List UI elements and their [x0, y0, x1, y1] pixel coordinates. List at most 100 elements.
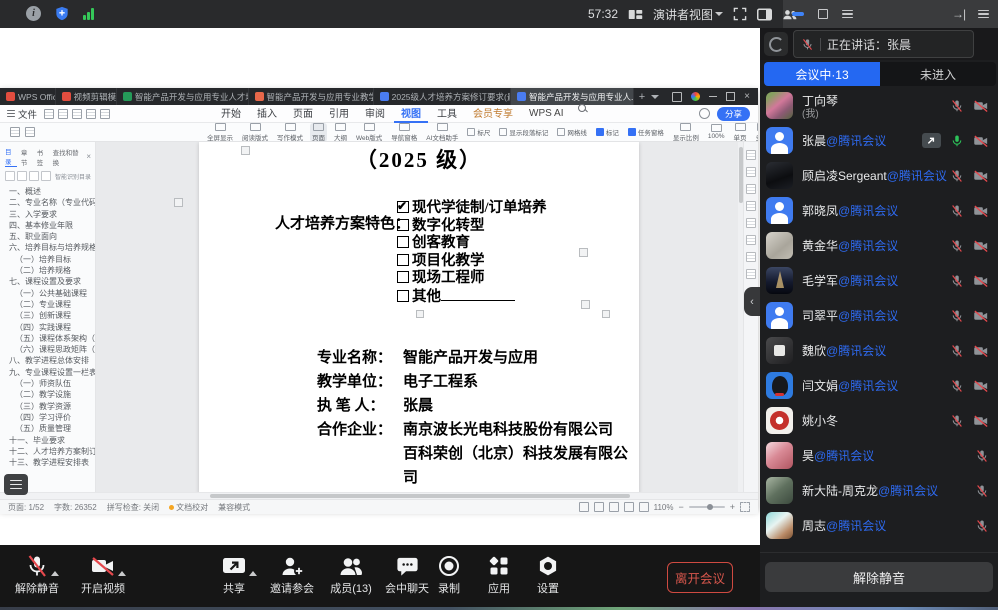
doc-tab[interactable]: 智能产品开发与应用专业人才培养方...	[117, 88, 249, 105]
ribbon-tab[interactable]: 页面	[286, 104, 320, 123]
outline-item[interactable]: 七、课程设置及要求	[0, 276, 95, 287]
record-button[interactable]: 录制	[427, 553, 471, 601]
outline-collapse-button[interactable]	[5, 171, 15, 181]
smart-outline-button[interactable]: 智能识别目录	[55, 172, 91, 181]
outline-item[interactable]: （一）培养目标	[0, 254, 95, 265]
view-web-icon[interactable]	[609, 502, 619, 512]
nav-pane-tab[interactable]: 查找和替换	[53, 147, 83, 167]
participant-row[interactable]: 闫文娟@腾讯会议	[760, 368, 998, 403]
participant-row[interactable]: 司翠平@腾讯会议	[760, 298, 998, 333]
side-tool-icon[interactable]	[746, 269, 756, 279]
outline-item[interactable]: 八、教学进程总体安排	[0, 355, 95, 366]
outline-item[interactable]: （五）课程体系架构（见表13所示）	[0, 333, 95, 344]
ribbon-button[interactable]: 阅读版式	[240, 123, 270, 142]
outline-item[interactable]: （三）教学资源	[0, 401, 95, 412]
outline-item[interactable]: 十三、教学进程安排表	[0, 457, 95, 468]
outline-item[interactable]: 一、概述	[0, 186, 95, 197]
ribbon-button[interactable]: 全屏显示	[205, 123, 235, 142]
share-screen-button[interactable]: 共享	[212, 553, 256, 601]
ribbon-left-icon[interactable]	[25, 127, 35, 137]
apps-button[interactable]: 应用	[475, 553, 523, 601]
security-shield-icon[interactable]	[54, 5, 70, 22]
zoom-percent[interactable]: 110%	[654, 503, 674, 512]
save-icon[interactable]	[44, 109, 54, 119]
settings-gear-icon[interactable]	[699, 108, 710, 119]
info-icon[interactable]: i	[26, 6, 41, 21]
outline-item[interactable]: （一）公共基础课程	[0, 288, 95, 299]
outline-item[interactable]: （二）培养规格	[0, 265, 95, 276]
ribbon-button[interactable]: 写作模式	[275, 123, 305, 142]
outline-item[interactable]: 十二、人才培养方案制订的依据和说明	[0, 446, 95, 457]
outline-item[interactable]: （二）专业课程	[0, 299, 95, 310]
start-video-button[interactable]: 开启视频	[74, 553, 132, 601]
sidebar-collapse-handle[interactable]: ‹	[744, 287, 760, 316]
ribbon-tab[interactable]: 审阅	[358, 104, 392, 123]
wps-maximize-button[interactable]	[726, 92, 735, 101]
settings-button[interactable]: 设置	[524, 553, 572, 601]
side-tool-icon[interactable]	[746, 218, 756, 228]
participant-row[interactable]: 黄金华@腾讯会议	[760, 228, 998, 263]
nav-pane-tab[interactable]: 章节	[21, 147, 33, 167]
participant-row[interactable]: 新大陆-周克龙@腾讯会议	[760, 473, 998, 508]
side-tool-icon[interactable]	[746, 167, 756, 177]
wps-assistant-icon[interactable]	[691, 92, 700, 101]
side-tool-icon[interactable]	[746, 201, 756, 211]
tab-not-joined[interactable]: 未进入	[880, 62, 996, 86]
view-mode-selector[interactable]: 演讲者视图	[653, 6, 723, 23]
close-nav-pane-icon[interactable]: ×	[86, 152, 91, 161]
doc-tab[interactable]: 视频剪辑模板	[56, 88, 117, 105]
side-tool-icon[interactable]	[746, 184, 756, 194]
collapse-panel-icon[interactable]: →|	[952, 7, 965, 21]
nav-pane-tab[interactable]: 目录	[5, 146, 17, 167]
tab-in-meeting[interactable]: 会议中·13	[764, 62, 880, 86]
chevron-up-icon[interactable]	[51, 571, 59, 576]
view-outline-icon[interactable]	[624, 502, 634, 512]
wps-close-button[interactable]: ×	[744, 91, 750, 102]
invite-button[interactable]: 邀请参会	[262, 553, 322, 601]
ribbon-tab[interactable]: 工具	[430, 104, 464, 123]
window-menu-icon[interactable]	[842, 10, 853, 19]
side-tool-icon[interactable]	[746, 150, 756, 160]
view-eye-icon[interactable]	[639, 502, 649, 512]
outline-item[interactable]: 二、专业名称（专业代码）	[0, 197, 95, 208]
ribbon-button[interactable]: 大纲	[332, 123, 349, 142]
unmute-panel-button[interactable]: 解除静音	[765, 562, 993, 592]
side-tool-icon[interactable]	[746, 235, 756, 245]
outline-item[interactable]: 五、职业面向	[0, 231, 95, 242]
ribbon-button[interactable]: 页面	[310, 123, 327, 142]
outline-item[interactable]: （五）质量管理	[0, 423, 95, 434]
outline-item[interactable]: （四）学习评价	[0, 412, 95, 423]
unmute-button[interactable]: 解除静音	[8, 553, 66, 601]
wps-minimize-button[interactable]	[709, 96, 717, 98]
chevron-up-icon[interactable]	[118, 571, 126, 576]
ribbon-button[interactable]: 100%	[706, 124, 727, 140]
ribbon-tab[interactable]: 会员专享	[466, 104, 520, 123]
ribbon-left-icon[interactable]	[10, 127, 20, 137]
ribbon-button[interactable]: 多页	[754, 123, 758, 142]
outline-item[interactable]: （三）创新课程	[0, 310, 95, 321]
participant-row[interactable]: 丁向琴 (我)	[760, 88, 998, 123]
ribbon-button[interactable]: 网格线	[555, 127, 589, 137]
participant-row[interactable]: 毛学军@腾讯会议	[760, 263, 998, 298]
word-count[interactable]: 字数: 26352	[54, 502, 97, 513]
participant-row[interactable]: 顾启凌Sergeant@腾讯会议	[760, 158, 998, 193]
wps-home-tab[interactable]: WPS Office	[0, 88, 56, 105]
ribbon-button[interactable]: 标记	[594, 127, 621, 137]
ribbon-tab[interactable]: 视图	[394, 104, 428, 123]
floating-menu-button[interactable]	[4, 474, 28, 495]
outline-item[interactable]: 三、入学要求	[0, 209, 95, 220]
ribbon-tab[interactable]: WPS AI	[522, 104, 570, 123]
outline-expand-button[interactable]	[17, 171, 27, 181]
outline-item[interactable]: （四）实践课程	[0, 322, 95, 333]
share-pill-button[interactable]: 分享	[717, 107, 750, 121]
outline-next-button[interactable]	[41, 171, 51, 181]
doc-tab-active[interactable]: 智能产品开发与应用专业人...×	[511, 88, 634, 105]
undo-icon[interactable]	[86, 109, 96, 119]
maximize-button[interactable]	[818, 9, 828, 19]
nav-pane-tab[interactable]: 书签	[37, 147, 49, 167]
print-icon[interactable]	[58, 109, 68, 119]
side-panel-icon[interactable]	[757, 8, 772, 21]
doc-tab[interactable]: 智能产品开发与应用专业教学标准...	[249, 88, 374, 105]
outline-item[interactable]: 六、培养目标与培养规格	[0, 242, 95, 253]
view-page-icon[interactable]	[579, 502, 589, 512]
